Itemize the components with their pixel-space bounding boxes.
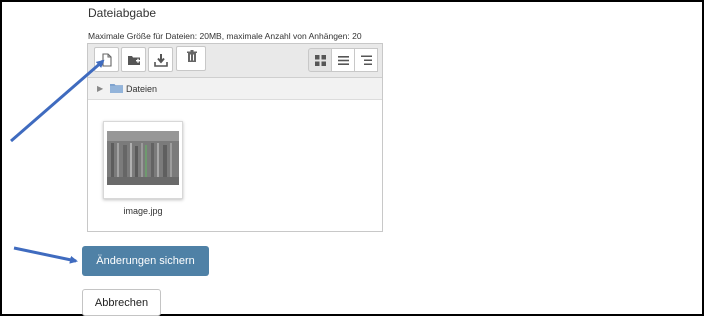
list-view-button[interactable] [331, 48, 355, 72]
file-name[interactable]: image.jpg [88, 206, 198, 216]
section-title: Dateiabgabe [88, 6, 157, 20]
path-breadcrumb: ▶ Dateien [88, 78, 382, 100]
expand-caret-icon[interactable]: ▶ [97, 84, 103, 93]
folder-icon [110, 84, 123, 93]
max-file-info: Maximale Größe für Dateien: 20MB, maxima… [88, 31, 362, 41]
list-view-icon [338, 56, 349, 65]
download-button[interactable] [148, 47, 173, 72]
file-manager: ▶ Dateien image.jpg [87, 43, 383, 232]
cancel-button[interactable]: Abbrechen [82, 289, 161, 316]
filemanager-toolbar [88, 44, 382, 78]
create-folder-icon [128, 56, 140, 65]
delete-button[interactable] [176, 46, 206, 71]
icons-view-icon [315, 55, 326, 66]
add-file-button[interactable] [94, 47, 119, 72]
tree-view-button[interactable] [354, 48, 378, 72]
add-file-icon [102, 53, 112, 67]
save-changes-button[interactable]: Änderungen sichern [82, 246, 209, 276]
delete-icon [187, 50, 197, 62]
view-mode-group [308, 48, 378, 74]
icons-view-button[interactable] [308, 48, 332, 72]
create-folder-button[interactable] [121, 47, 146, 72]
file-tile[interactable] [103, 121, 183, 199]
folder-label[interactable]: Dateien [126, 84, 157, 94]
tree-view-icon [361, 55, 372, 65]
download-icon [154, 54, 168, 67]
image-thumbnail [107, 131, 179, 185]
